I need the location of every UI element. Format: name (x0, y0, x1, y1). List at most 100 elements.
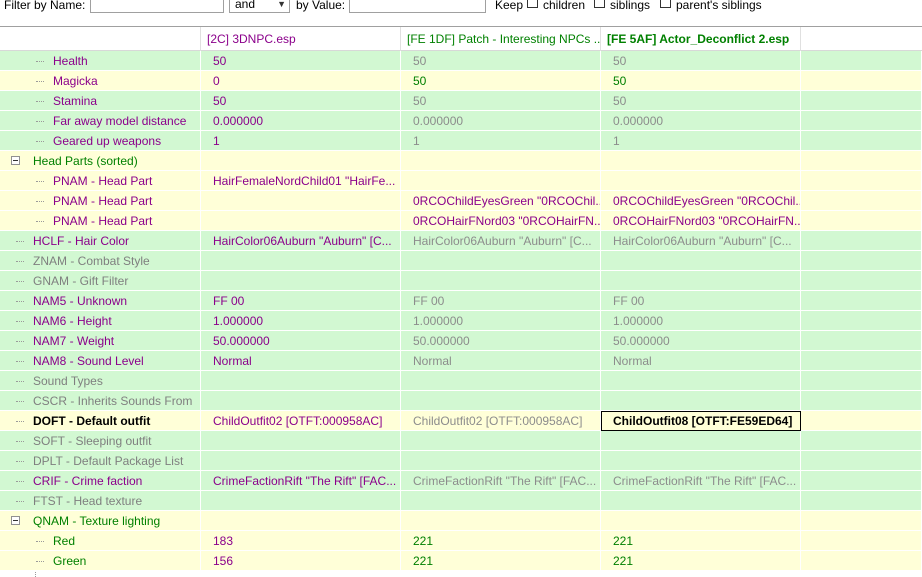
value-cell[interactable] (201, 511, 401, 531)
value-cell[interactable]: 1 (401, 131, 601, 151)
record-row-znam-combat-style[interactable]: ZNAM - Combat Style (0, 251, 922, 271)
value-cell[interactable] (201, 431, 401, 451)
record-row-stamina[interactable]: Stamina 50 50 50 (0, 91, 922, 111)
value-cell[interactable]: 50.000000 (601, 331, 801, 351)
value-cell[interactable]: 183 (201, 531, 401, 551)
record-row-cscr-inherits-sounds[interactable]: CSCR - Inherits Sounds From (0, 391, 922, 411)
value-cell[interactable]: 221 (601, 531, 801, 551)
value-cell[interactable]: 0RCOChildEyesGreen "0RCOChil... (601, 191, 801, 211)
record-row-doft-default-outfit[interactable]: DOFT - Default outfit ChildOutfit02 [OTF… (0, 411, 922, 431)
element-cell[interactable]: Far away model distance (0, 111, 201, 131)
record-row-soft-sleeping-outfit[interactable]: SOFT - Sleeping outfit (0, 431, 922, 451)
value-cell[interactable]: 0RCOHairFNord03 "0RCOHairFN... (601, 211, 801, 231)
siblings-checkbox[interactable] (594, 0, 605, 8)
value-cell[interactable]: 50 (401, 71, 601, 91)
value-cell[interactable]: 50 (401, 51, 601, 71)
value-cell[interactable]: CrimeFactionRift "The Rift" [FAC... (201, 471, 401, 491)
value-cell[interactable] (401, 431, 601, 451)
value-cell[interactable] (201, 391, 401, 411)
value-cell[interactable] (201, 151, 401, 171)
value-cell[interactable] (601, 151, 801, 171)
value-cell[interactable] (401, 151, 601, 171)
value-cell[interactable]: 50 (601, 51, 801, 71)
element-cell[interactable]: Geared up weapons (0, 131, 201, 151)
record-row-gnam-gift-filter[interactable]: GNAM - Gift Filter (0, 271, 922, 291)
value-cell[interactable] (601, 491, 801, 511)
record-row-health[interactable]: Health 50 50 50 (0, 51, 922, 71)
value-cell[interactable]: 1.000000 (401, 311, 601, 331)
value-cell[interactable] (601, 371, 801, 391)
value-cell[interactable] (201, 491, 401, 511)
value-cell[interactable]: ChildOutfit02 [OTFT:000958AC] (401, 411, 601, 431)
value-cell[interactable]: 0 (201, 71, 401, 91)
value-cell[interactable]: 0.000000 (601, 111, 801, 131)
value-cell[interactable]: 50 (601, 91, 801, 111)
value-cell[interactable]: HairFemaleNordChild01 "HairFe... (201, 171, 401, 191)
element-cell[interactable]: Stamina (0, 91, 201, 111)
element-cell[interactable]: Green (0, 551, 201, 571)
record-row-sound-types[interactable]: Sound Types (0, 371, 922, 391)
element-cell[interactable]: CSCR - Inherits Sounds From (0, 391, 201, 411)
element-cell[interactable]: NAM5 - Unknown (0, 291, 201, 311)
column-header-3dnpc[interactable]: [2C] 3DNPC.esp (201, 27, 401, 51)
record-row-dplt-default-package-list[interactable]: DPLT - Default Package List (0, 451, 922, 471)
value-cell[interactable] (401, 391, 601, 411)
value-cell[interactable] (201, 371, 401, 391)
value-cell[interactable] (401, 251, 601, 271)
record-row-pnam-head-part[interactable]: PNAM - Head Part 0RCOChildEyesGreen "0RC… (0, 191, 922, 211)
value-cell[interactable]: 50 (201, 51, 401, 71)
value-cell[interactable]: ChildOutfit02 [OTFT:000958AC] (201, 411, 401, 431)
value-cell[interactable]: 50 (601, 71, 801, 91)
element-cell[interactable]: QNAM - Texture lighting (0, 511, 201, 531)
value-cell[interactable]: HairColor06Auburn "Auburn" [C... (201, 231, 401, 251)
value-cell[interactable] (401, 491, 601, 511)
value-cell[interactable]: Normal (601, 351, 801, 371)
element-cell[interactable]: Magicka (0, 71, 201, 91)
element-cell[interactable]: Health (0, 51, 201, 71)
collapse-icon[interactable] (11, 156, 20, 165)
value-cell[interactable] (601, 271, 801, 291)
value-cell[interactable] (601, 251, 801, 271)
value-cell[interactable]: 50 (201, 91, 401, 111)
record-row-magicka[interactable]: Magicka 0 50 50 (0, 71, 922, 91)
record-row-nam7-weight[interactable]: NAM7 - Weight 50.000000 50.000000 50.000… (0, 331, 922, 351)
value-cell[interactable] (601, 431, 801, 451)
value-cell[interactable]: CrimeFactionRift "The Rift" [FAC... (401, 471, 601, 491)
value-cell[interactable] (601, 511, 801, 531)
record-row-far-away-model-distance[interactable]: Far away model distance 0.000000 0.00000… (0, 111, 922, 131)
value-cell[interactable] (201, 451, 401, 471)
element-cell[interactable]: NAM7 - Weight (0, 331, 201, 351)
children-checkbox[interactable] (527, 0, 538, 8)
value-cell[interactable]: 0.000000 (401, 111, 601, 131)
record-row-nam5-unknown[interactable]: NAM5 - Unknown FF 00 FF 00 FF 00 (0, 291, 922, 311)
record-row-head-parts[interactable]: Head Parts (sorted) (0, 151, 922, 171)
record-row-qnam-texture-lighting[interactable]: QNAM - Texture lighting (0, 511, 922, 531)
value-cell[interactable] (201, 191, 401, 211)
element-cell[interactable]: NAM8 - Sound Level (0, 351, 201, 371)
value-cell[interactable]: 221 (401, 531, 601, 551)
filter-value-input[interactable] (349, 0, 486, 13)
element-cell[interactable]: NAM6 - Height (0, 311, 201, 331)
value-cell[interactable]: 221 (401, 551, 601, 571)
record-row-red[interactable]: Red 183 221 221 (0, 531, 922, 551)
value-cell[interactable] (601, 391, 801, 411)
element-cell[interactable]: GNAM - Gift Filter (0, 271, 201, 291)
value-cell-selected[interactable]: ChildOutfit08 [OTFT:FE59ED64] (601, 411, 801, 431)
element-cell[interactable]: Sound Types (0, 371, 201, 391)
record-row-nam6-height[interactable]: NAM6 - Height 1.000000 1.000000 1.000000 (0, 311, 922, 331)
element-cell[interactable]: ZNAM - Combat Style (0, 251, 201, 271)
value-cell[interactable] (201, 211, 401, 231)
column-header-interesting-npcs-patch[interactable]: [FE 1DF] Patch - Interesting NPCs ... (401, 27, 601, 51)
value-cell[interactable]: 1.000000 (201, 311, 401, 331)
filter-name-input[interactable] (90, 0, 224, 13)
value-cell[interactable]: Normal (401, 351, 601, 371)
element-cell[interactable]: PNAM - Head Part (0, 211, 201, 231)
value-cell[interactable] (401, 511, 601, 531)
value-cell[interactable]: HairColor06Auburn "Auburn" [C... (601, 231, 801, 251)
value-cell[interactable]: 1.000000 (601, 311, 801, 331)
value-cell[interactable]: FF 00 (601, 291, 801, 311)
value-cell[interactable]: 50.000000 (201, 331, 401, 351)
value-cell[interactable]: 0.000000 (201, 111, 401, 131)
element-cell[interactable]: Head Parts (sorted) (0, 151, 201, 171)
record-row-crif-crime-faction[interactable]: CRIF - Crime faction CrimeFactionRift "T… (0, 471, 922, 491)
